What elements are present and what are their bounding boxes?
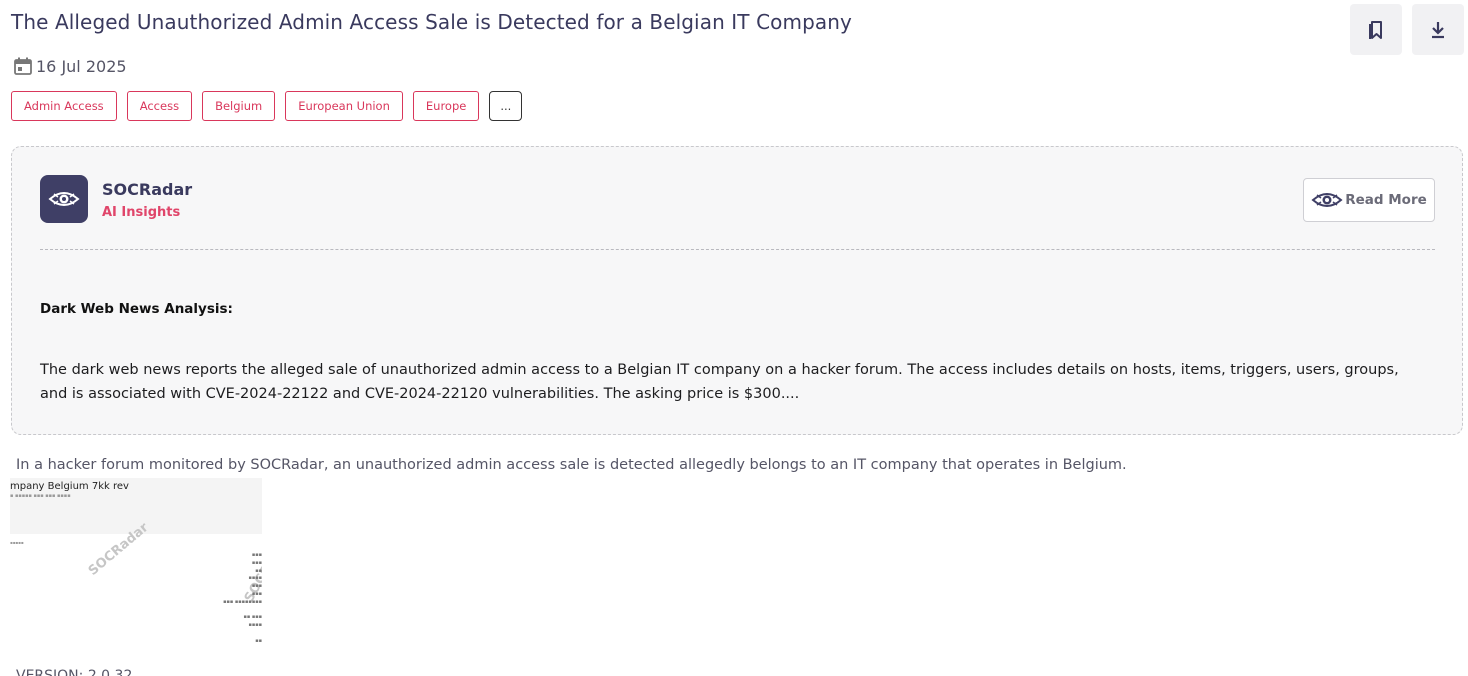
forum-screenshot-image[interactable]: mpany Belgium 7kk rev ▪ ▪▪▪▪▪ ▪▪▪ ▪▪▪ ▪▪…	[10, 478, 262, 656]
more-tags-button[interactable]: ...	[489, 91, 523, 121]
screenshot-subtitle: ▪ ▪▪▪▪▪ ▪▪▪ ▪▪▪ ▪▪▪▪	[10, 493, 71, 499]
tag-list: Admin Access Access Belgium European Uni…	[11, 91, 523, 121]
version-label: VERSION: 2.0.32	[16, 668, 133, 676]
page-title: The Alleged Unauthorized Admin Access Sa…	[11, 10, 852, 34]
tag-europe[interactable]: Europe	[412, 91, 480, 121]
brand-subtitle: AI Insights	[102, 205, 181, 220]
screenshot-details: ▪▪▪ ▪▪▪ ▪▪ ▪▪▪▪ ▪▪▪ ▪▪▪ ▪▪▪ ▪▪▪▪▪▪▪▪ ▪▪ ▪▪▪ ▪▪▪▪…	[223, 552, 262, 644]
screenshot-note: ▪▪▪▪▪	[10, 540, 24, 545]
ai-insights-card: SOCRadar AI Insights Read More Dark Web …	[11, 146, 1463, 435]
article-summary: In a hacker forum monitored by SOCRadar,…	[16, 457, 1127, 473]
bookmark-button[interactable]	[1350, 4, 1402, 55]
brand-logo	[40, 175, 88, 223]
analysis-text: The dark web news reports the alleged sa…	[40, 362, 1399, 402]
tag-admin-access[interactable]: Admin Access	[11, 91, 117, 121]
tag-european-union[interactable]: European Union	[285, 91, 403, 121]
date-text: 16 Jul 2025	[36, 56, 127, 76]
download-icon	[1432, 21, 1444, 38]
read-more-label: Read More	[1345, 192, 1427, 208]
analysis-heading: Dark Web News Analysis:	[40, 301, 233, 317]
tag-access[interactable]: Access	[126, 91, 193, 121]
download-button[interactable]	[1412, 4, 1464, 55]
read-more-button[interactable]: Read More	[1303, 178, 1435, 222]
socradar-eye-icon	[48, 192, 80, 206]
screenshot-title: mpany Belgium 7kk rev	[10, 481, 129, 492]
tag-belgium[interactable]: Belgium	[202, 91, 276, 121]
bookmark-icon	[1369, 20, 1382, 39]
brand-name: SOCRadar	[102, 180, 193, 199]
card-divider	[40, 249, 1435, 250]
calendar-icon	[14, 57, 32, 75]
socradar-eye-icon	[1311, 193, 1343, 207]
publish-date: 16 Jul 2025	[13, 56, 127, 76]
